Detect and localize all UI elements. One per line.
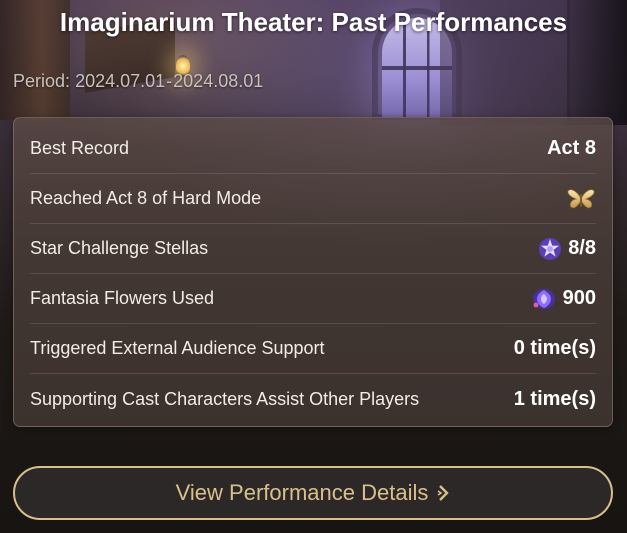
stat-row-best-record: Best Record Act 8 xyxy=(30,124,596,174)
stat-row-stellas: Star Challenge Stellas 8/8 xyxy=(30,224,596,274)
period-start: 2024.07.01 xyxy=(75,71,166,91)
stat-value: 0 time(s) xyxy=(513,337,596,359)
stat-value-container: 1 time(s) xyxy=(514,388,596,411)
stat-label: Fantasia Flowers Used xyxy=(30,288,215,308)
stat-value-container: Act 8 xyxy=(547,137,596,160)
stella-star-icon xyxy=(538,237,562,261)
stat-value: 1 time(s) xyxy=(513,387,596,410)
view-performance-details-label: View Performance Details xyxy=(175,480,429,505)
stat-label: Triggered External Audience Support xyxy=(30,338,325,358)
stat-row-audience-support: Triggered External Audience Support 0 ti… xyxy=(30,324,596,374)
chevron-right-icon xyxy=(436,484,450,502)
fantasia-flower-icon xyxy=(531,287,557,311)
period-end: 2024.08.01 xyxy=(173,71,264,91)
butterfly-medal-icon xyxy=(566,186,596,212)
stat-value-container: 900 xyxy=(531,287,596,311)
stat-row-fantasia-flowers: Fantasia Flowers Used 900 xyxy=(30,274,596,324)
period-text: Period: 2024.07.01-2024.08.01 xyxy=(13,71,263,92)
stat-label: Star Challenge Stellas xyxy=(30,238,209,258)
view-performance-details-button[interactable]: View Performance Details xyxy=(13,466,613,520)
period-label: Period: xyxy=(13,71,71,91)
stat-label: Best Record xyxy=(30,138,130,158)
stat-value-container xyxy=(566,186,596,212)
stat-value: Act 8 xyxy=(547,137,596,159)
stat-value: 8/8 xyxy=(568,237,596,259)
period-separator: - xyxy=(166,71,173,91)
stat-label: Supporting Cast Characters Assist Other … xyxy=(30,388,420,409)
stat-value-container: 0 time(s) xyxy=(514,337,596,360)
stat-value-container: 8/8 xyxy=(538,237,596,261)
stat-value: 900 xyxy=(562,287,596,309)
stat-label: Reached Act 8 of Hard Mode xyxy=(30,188,262,208)
stat-row-assist-players: Supporting Cast Characters Assist Other … xyxy=(30,374,596,424)
page-title: Imaginarium Theater: Past Performances xyxy=(59,7,568,37)
stats-panel: Best Record Act 8 Reached Act 8 of Hard … xyxy=(13,117,613,427)
stat-row-hard-mode: Reached Act 8 of Hard Mode xyxy=(30,174,596,224)
